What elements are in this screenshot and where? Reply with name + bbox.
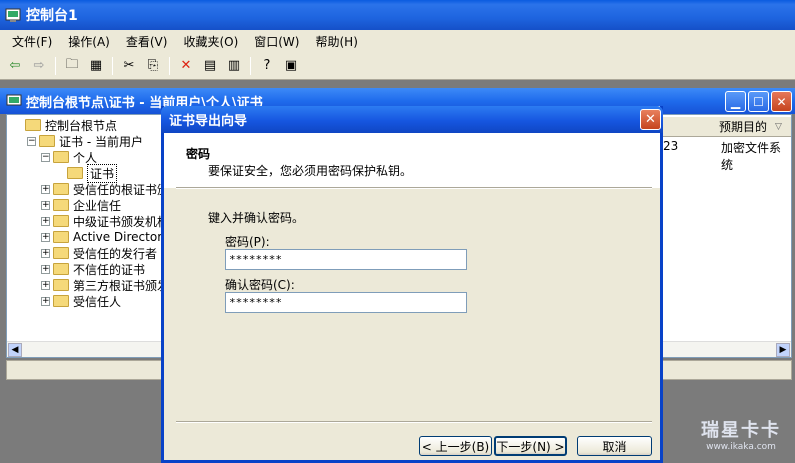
menu-favorites[interactable]: 收藏夹(O) — [175, 33, 246, 50]
tree-item[interactable]: 控制台根节点 — [13, 117, 117, 133]
cancel-button[interactable]: 取消 — [577, 436, 652, 456]
column-header-purpose[interactable]: 预期目的 ▽ — [663, 117, 791, 137]
scroll-right-icon[interactable]: ▶ — [776, 343, 790, 357]
menu-bar: 文件(F) 操作(A) 查看(V) 收藏夹(O) 窗口(W) 帮助(H) — [0, 30, 795, 52]
back-button[interactable]: < 上一步(B) — [419, 436, 492, 456]
console-icon — [4, 6, 22, 24]
sort-arrow-icon: ▽ — [775, 121, 782, 132]
folder-icon — [53, 263, 69, 275]
back-arrow-icon[interactable]: ⇦ — [4, 55, 26, 77]
tree-item[interactable]: + 不信任的证书 — [41, 261, 145, 277]
tree-item[interactable]: + 受信任人 — [41, 293, 121, 309]
tree-item[interactable]: + 中级证书颁发机构 — [41, 213, 169, 229]
copy-icon[interactable]: ⎘ — [142, 55, 164, 77]
console-root-icon — [6, 93, 22, 109]
expand-icon[interactable]: + — [41, 264, 50, 274]
app-title: 控制台1 — [26, 8, 78, 24]
tree-item-label: 不信任的证书 — [73, 262, 146, 277]
scroll-left-icon[interactable]: ◀ — [8, 343, 22, 357]
folder-icon — [53, 231, 69, 243]
tree-item[interactable]: + 受信任的发行者 — [41, 245, 157, 261]
tree-item[interactable]: + 企业信任 — [41, 197, 121, 213]
tree-item-label: Active Director — [73, 230, 163, 244]
expand-icon[interactable]: + — [41, 248, 50, 258]
instruction-text: 键入并确认密码。 — [208, 211, 305, 225]
close-icon[interactable]: ✕ — [771, 91, 792, 112]
tree-item-label: 企业信任 — [73, 198, 122, 213]
tree-item-label: 受信任人 — [73, 294, 122, 309]
expand-icon[interactable]: + — [41, 296, 50, 306]
help-icon[interactable]: ? — [256, 55, 278, 77]
divider — [176, 187, 652, 189]
folder-icon — [67, 167, 83, 179]
expand-icon[interactable]: + — [41, 200, 50, 210]
tree-item[interactable]: 证书 — [55, 163, 118, 183]
dialog-title-bar: 证书导出向导 ✕ — [161, 106, 663, 133]
wizard-header: 密码 要保证安全，您必须用密码保护私钥。 — [164, 133, 660, 188]
tree-item-label: 第三方根证书颁发 — [73, 278, 170, 293]
tree-item[interactable]: + 受信任的根证书颁 — [41, 181, 169, 197]
toolbar: ⇦ ⇨ 🗀 ▦ ✂ ⎘ ✕ ▤ ▥ ? ▣ — [0, 52, 795, 80]
export-list-icon[interactable]: ▥ — [223, 55, 245, 77]
row-partial-value: 23 — [663, 139, 679, 153]
dialog-title: 证书导出向导 — [169, 114, 248, 129]
folder-icon — [53, 247, 69, 259]
menu-action[interactable]: 操作(A) — [60, 33, 118, 50]
dialog-close-icon[interactable]: ✕ — [640, 109, 661, 130]
tree-item[interactable]: + Active Director — [41, 229, 162, 245]
tree-item[interactable]: − 证书 - 当前用户 — [27, 133, 143, 149]
certificate-export-wizard: 证书导出向导 ✕ 密码 要保证安全，您必须用密码保护私钥。 键入并确认密码。 密… — [161, 106, 663, 463]
cut-icon[interactable]: ✂ — [118, 55, 140, 77]
folder-icon — [53, 199, 69, 211]
password-label: 密码(P): — [225, 235, 270, 249]
wizard-heading: 密码 — [186, 147, 211, 161]
delete-icon[interactable]: ✕ — [175, 55, 197, 77]
folder-icon — [25, 119, 41, 131]
menu-file[interactable]: 文件(F) — [4, 33, 60, 50]
tree-item-label: 证书 - 当前用户 — [59, 134, 143, 149]
app-title-bar: 控制台1 — [0, 0, 795, 30]
expand-icon[interactable]: + — [41, 184, 50, 194]
collapse-icon[interactable]: − — [27, 136, 36, 146]
folder-icon — [53, 215, 69, 227]
show-tree-icon[interactable]: ▦ — [85, 55, 107, 77]
properties-icon[interactable]: ▤ — [199, 55, 221, 77]
tree-view: 控制台根节点 − 证书 - 当前用户 − 个人 证书 + 受信任的根证书颁 + 企业信任 + 中级证书… — [7, 115, 169, 341]
maximize-icon[interactable]: ☐ — [748, 91, 769, 112]
wizard-subtitle: 要保证安全，您必须用密码保护私钥。 — [208, 164, 413, 178]
tree-item-label: 受信任的发行者 — [73, 246, 158, 261]
confirm-password-field[interactable]: ******** — [225, 292, 467, 313]
up-folder-icon[interactable]: 🗀 — [61, 55, 83, 77]
table-row[interactable]: 23 加密文件系统 — [663, 139, 791, 172]
tree-item-label: 控制台根节点 — [45, 118, 118, 133]
expand-icon[interactable]: + — [41, 232, 50, 242]
tree-item-label: 中级证书颁发机构 — [73, 214, 170, 229]
folder-icon — [53, 295, 69, 307]
expand-icon[interactable]: + — [41, 280, 50, 290]
menu-window[interactable]: 窗口(W) — [246, 33, 307, 50]
row-purpose: 加密文件系统 — [721, 141, 782, 172]
show-hide-action-pane-icon[interactable]: ▣ — [280, 55, 302, 77]
menu-view[interactable]: 查看(V) — [118, 33, 176, 50]
tree-item[interactable]: + 第三方根证书颁发 — [41, 277, 169, 293]
folder-icon — [53, 279, 69, 291]
collapse-icon[interactable]: − — [41, 152, 50, 162]
password-field[interactable]: ******** — [225, 249, 467, 270]
tree-item-label: 受信任的根证书颁 — [73, 182, 170, 197]
expand-icon[interactable]: + — [41, 216, 50, 226]
next-button[interactable]: 下一步(N) > — [494, 436, 567, 456]
result-pane: 预期目的 ▽ 23 加密文件系统 — [663, 115, 793, 341]
minimize-icon[interactable]: ▁ — [725, 91, 746, 112]
confirm-password-label: 确认密码(C): — [225, 278, 295, 292]
divider — [176, 421, 652, 423]
menu-help[interactable]: 帮助(H) — [307, 33, 365, 50]
folder-icon — [39, 135, 55, 147]
folder-icon — [53, 183, 69, 195]
watermark-logo: 瑞星卡卡 www.ikaka.com — [701, 420, 781, 452]
forward-arrow-icon[interactable]: ⇨ — [28, 55, 50, 77]
folder-icon — [53, 151, 69, 163]
